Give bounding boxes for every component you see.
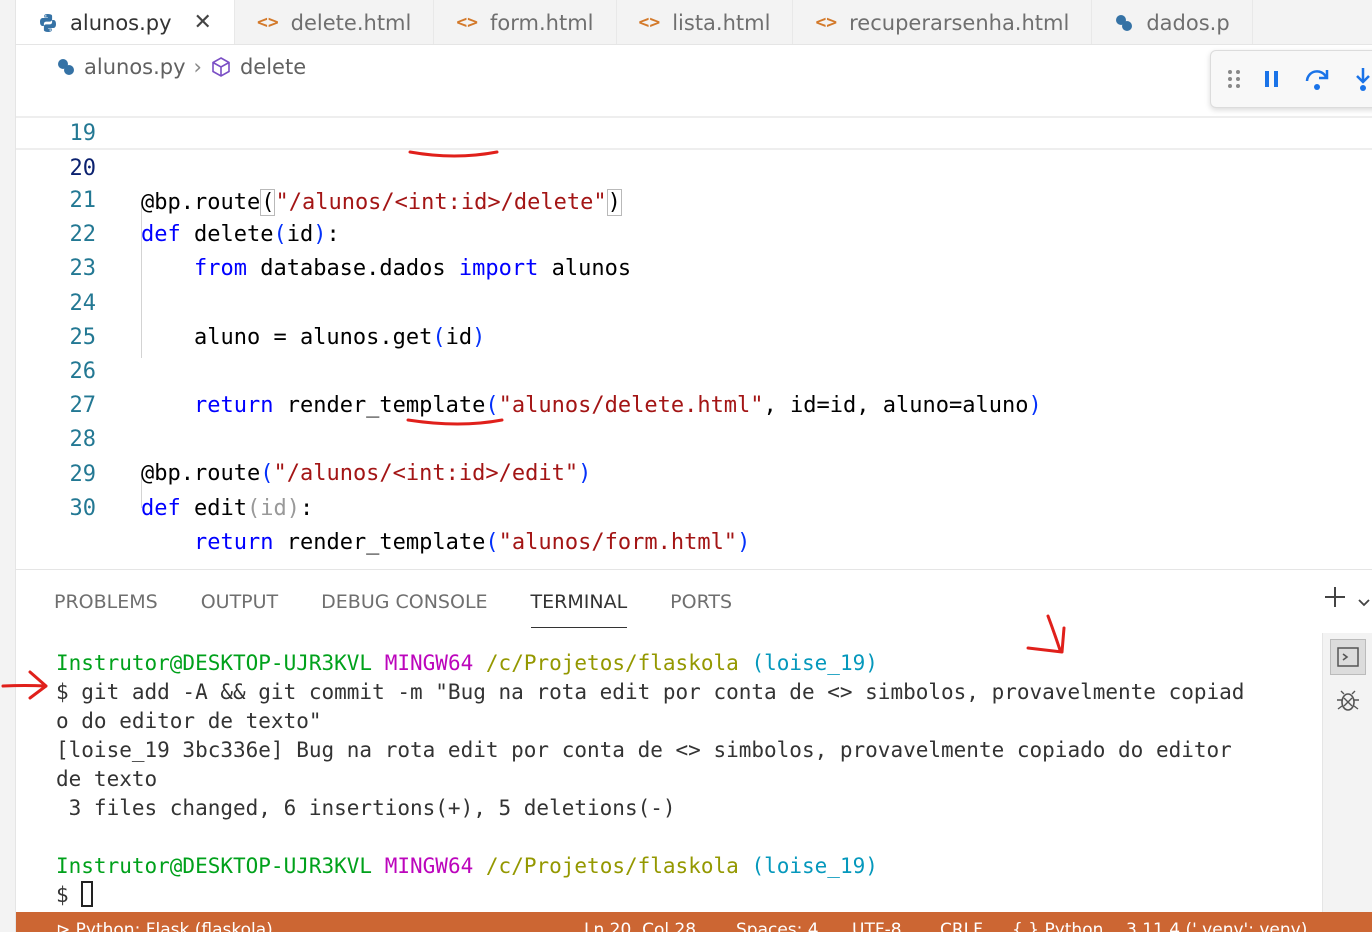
terminal-output-line: [loise_19 3bc336e] Bug na rota edit por … [56,738,1232,762]
prompt-symbol: $ [56,883,69,907]
tab-dados-py[interactable]: dados.p [1092,0,1253,44]
prompt-path: /c/Projetos/flaskola [485,854,739,878]
bottom-panel: PROBLEMS OUTPUT DEBUG CONSOLE TERMINAL P… [16,569,1372,913]
terminal-cursor [81,881,94,907]
tab-lista-html[interactable]: <> lista.html [617,0,794,44]
code-line: 29 def edit(id): [16,424,1372,521]
step-into-icon[interactable] [1353,66,1372,92]
python-icon [38,13,58,33]
breadcrumb-symbol[interactable]: delete [240,55,306,79]
terminal-input-line[interactable]: $ [56,881,1296,910]
activity-bar-edge [0,0,16,932]
html-icon: <> [815,12,838,33]
tab-ports[interactable]: PORTS [670,588,732,628]
chevron-down-icon[interactable] [1356,584,1372,617]
html-icon: <> [638,12,661,33]
tab-terminal[interactable]: TERMINAL [530,588,628,628]
plus-icon[interactable] [1322,584,1348,617]
tab-label: lista.html [672,10,771,35]
prompt-user: Instrutor@DESKTOP-UJR3KVL [56,854,373,878]
tab-alunos-py[interactable]: alunos.py ✕ [16,0,235,44]
code-line: 21 def delete(id): [16,150,1372,247]
prompt-env: MINGW64 [384,651,474,675]
code-line: 28 @bp.route("/alunos/<int:id>/edit") [16,389,1372,486]
code-line: 30 return render_template("alunos/form.h… [16,458,1372,555]
terminal-prompt-line: Instrutor@DESKTOP-UJR3KVL MINGW64 /c/Pro… [56,852,1296,881]
tab-label: form.html [490,10,594,35]
python-icon [1114,13,1134,33]
pause-icon[interactable] [1263,68,1281,90]
code-line: 25 [16,287,1372,350]
status-interpreter[interactable]: 3.11.4 ('.venv': venv) [1126,920,1307,932]
code-line: 23 [16,218,1372,281]
panel-tabs: PROBLEMS OUTPUT DEBUG CONSOLE TERMINAL P… [54,588,775,628]
line-number: 30 [69,496,97,521]
tab-label: delete.html [290,10,412,35]
tab-label: dados.p [1146,10,1230,35]
chevron-right-icon: › [193,55,202,79]
debug-toolbar [1210,50,1372,108]
html-icon: <> [456,12,479,33]
code-line: 26 return render_template("alunos/delete… [16,321,1372,418]
editor-tab-bar: alunos.py ✕ <> delete.html <> form.html … [16,0,1372,45]
terminal-prompt-line: Instrutor@DESKTOP-UJR3KVL MINGW64 /c/Pro… [56,649,1296,678]
status-language[interactable]: { } Python [1012,920,1103,932]
code-editor[interactable]: 19 20 @bp.route("/alunos/<int:id>/delete… [16,89,1372,569]
terminal-bash-icon[interactable] [1330,639,1366,675]
terminal-command-line: $ git add -A && git commit -m "Bug na ro… [56,680,1245,704]
tab-form-html[interactable]: <> form.html [434,0,617,44]
html-icon: <> [256,12,279,33]
code-line: 27 [16,355,1372,418]
step-over-icon[interactable] [1303,67,1331,91]
cube-icon [210,56,232,78]
debug-bug-icon[interactable] [1331,683,1365,717]
tab-output[interactable]: OUTPUT [201,588,278,628]
tab-recuperarsenha-html[interactable]: <> recuperarsenha.html [793,0,1093,44]
tab-label: recuperarsenha.html [849,10,1070,35]
breadcrumb-file[interactable]: alunos.py [84,55,186,79]
code-line: 19 [16,83,1372,146]
python-icon [56,57,76,77]
terminal-list [1322,633,1372,913]
prompt-user: Instrutor@DESKTOP-UJR3KVL [56,651,373,675]
code-line: 22 from database.dados import alunos [16,184,1372,281]
code-text: return render_template("alunos/form.html… [193,530,751,555]
status-encoding[interactable]: UTF-8 [852,920,902,932]
tab-debug-console[interactable]: DEBUG CONSOLE [321,588,487,628]
code-text: def edit(id): [141,496,314,521]
status-eol[interactable]: CRLF [940,920,983,932]
status-indentation[interactable]: Spaces: 4 [736,920,819,932]
prompt-branch: (loise_19) [751,854,878,878]
tab-label: alunos.py [70,10,172,35]
code-line: 24 aluno = alunos.get(id) [16,253,1372,350]
status-debug-config[interactable]: ⊳ Python: Flask (flaskola) [56,920,273,932]
terminal-output-line: 3 files changed, 6 insertions(+), 5 dele… [56,796,676,820]
panel-actions [1322,584,1372,617]
tab-delete-html[interactable]: <> delete.html [235,0,435,44]
tab-problems[interactable]: PROBLEMS [54,588,158,628]
status-bar: ⊳ Python: Flask (flaskola) Ln 20, Col 28… [16,912,1372,932]
close-icon[interactable]: ✕ [194,10,212,35]
prompt-path: /c/Projetos/flaskola [485,651,739,675]
terminal-output[interactable]: Instrutor@DESKTOP-UJR3KVL MINGW64 /c/Pro… [56,649,1296,910]
prompt-branch: (loise_19) [751,651,878,675]
prompt-env: MINGW64 [384,854,474,878]
terminal-output-line: de texto [56,767,158,791]
status-cursor-position[interactable]: Ln 20, Col 28 [584,920,696,932]
drag-handle-icon[interactable] [1227,68,1241,90]
terminal-command-line: o do editor de texto" [56,709,322,733]
code-line: 20 @bp.route("/alunos/<int:id>/delete") [16,116,1372,216]
